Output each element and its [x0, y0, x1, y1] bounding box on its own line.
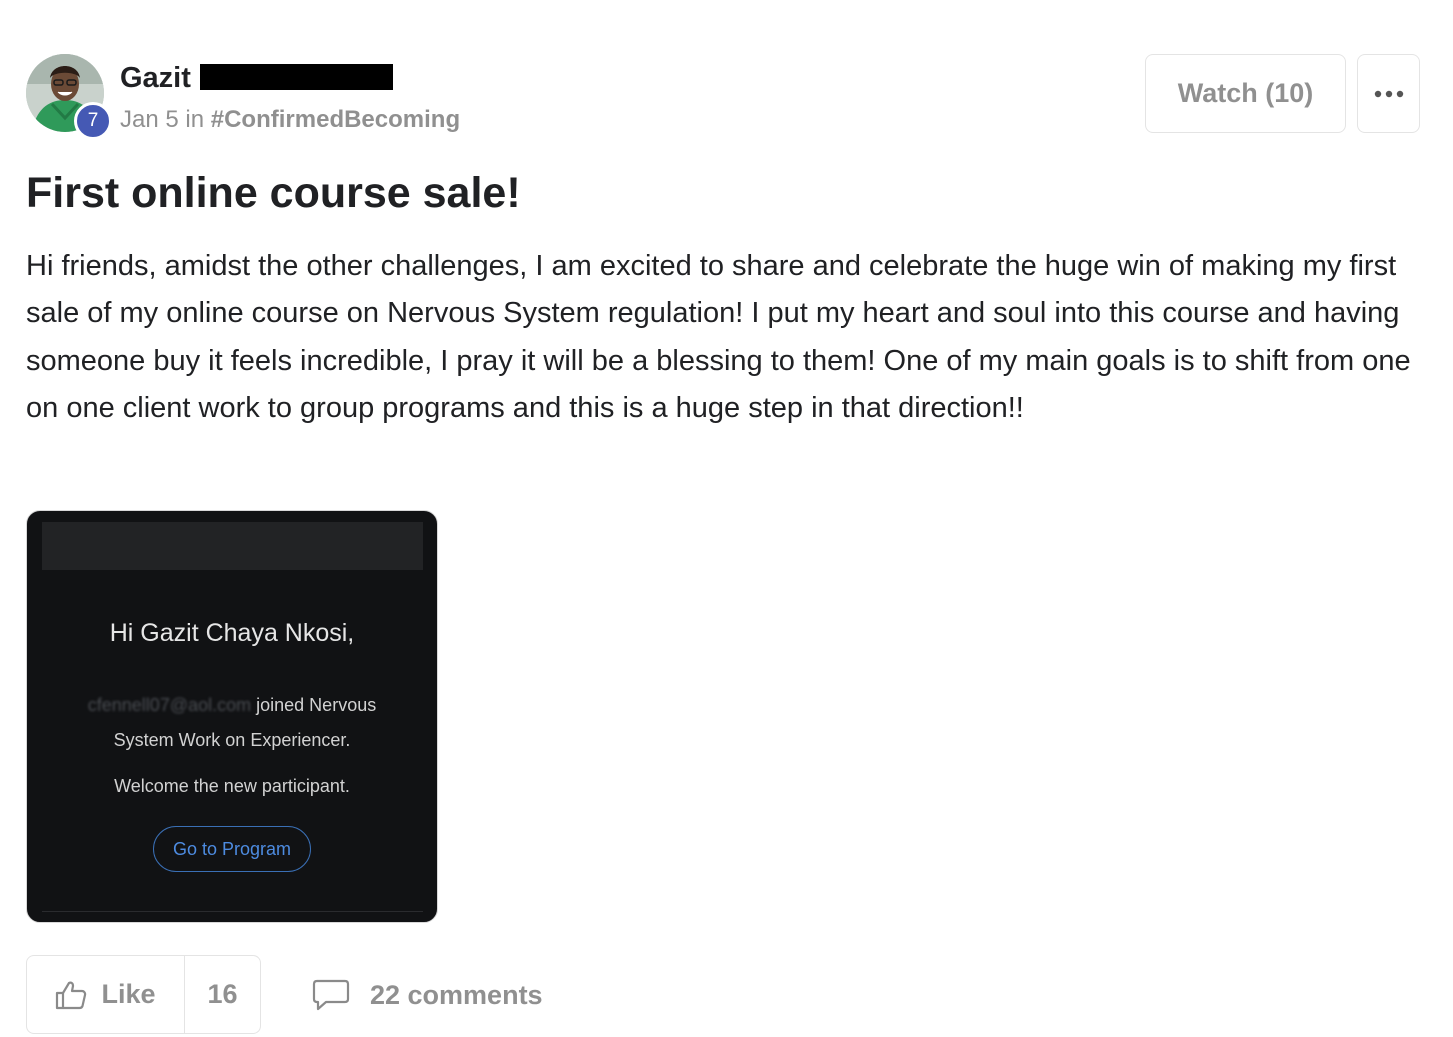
attachment-greeting: Hi Gazit Chaya Nkosi, [109, 619, 355, 647]
post-meta-in: in [185, 106, 205, 133]
attachment-joined-text: joined Nervous [251, 695, 377, 715]
attachment-joined-line: cfennell07@aol.com joined Nervous [27, 693, 437, 717]
name-redaction-bar [200, 64, 393, 90]
post-title: First online course sale! [26, 169, 521, 217]
level-badge: 7 [74, 102, 112, 140]
channel-link[interactable]: #ConfirmedBecoming [211, 106, 460, 133]
attachment-divider [42, 911, 423, 912]
author-name[interactable]: Gazit [120, 60, 191, 96]
like-group: Like 16 [26, 955, 261, 1034]
like-button[interactable]: Like [27, 956, 185, 1033]
comments-link[interactable]: 22 comments [312, 975, 543, 1015]
post-card: 7 Gazit Jan 5 in #ConfirmedBecoming Watc… [0, 0, 1453, 1037]
post-body: Hi friends, amidst the other challenges,… [26, 250, 1411, 424]
attachment-program-line: System Work on Experiencer. [113, 730, 351, 750]
watch-button[interactable]: Watch (10) [1145, 54, 1346, 133]
like-count[interactable]: 16 [185, 956, 260, 1033]
thumbs-up-icon [56, 981, 87, 1009]
go-to-program-button: Go to Program [153, 826, 311, 872]
like-label: Like [101, 979, 156, 1009]
attachment-header-bar [42, 522, 423, 570]
ellipsis-icon [1374, 90, 1403, 97]
attachment-welcome-line: Welcome the new participant. [114, 776, 350, 796]
blurred-email: cfennell07@aol.com [87, 695, 252, 715]
speech-bubble-icon [312, 979, 350, 1011]
post-meta: Jan 5 in #ConfirmedBecoming [120, 104, 460, 136]
post-date: Jan 5 [120, 106, 179, 133]
comments-label: 22 comments [370, 979, 543, 1010]
attached-image[interactable]: Hi Gazit Chaya Nkosi, cfennell07@aol.com… [26, 510, 438, 923]
more-options-button[interactable] [1357, 54, 1420, 133]
